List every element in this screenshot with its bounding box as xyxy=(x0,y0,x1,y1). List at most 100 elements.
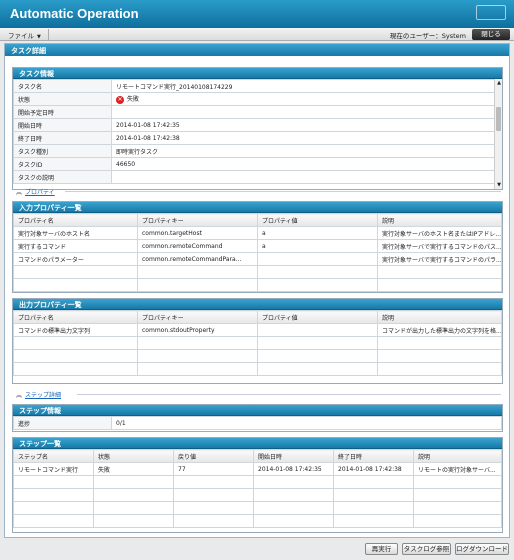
empty-row xyxy=(13,475,502,489)
step-info-title: ステップ情報 xyxy=(13,405,502,416)
step-list-panel: ステップ一覧 ステップ名 状態 戻り値 開始日時 終了日時 説明 リモートコマン… xyxy=(12,437,503,533)
empty-row xyxy=(13,265,502,279)
table-header-row: プロパティ名 プロパティキー プロパティ値 説明 xyxy=(13,310,502,324)
close-button[interactable]: 閉じる xyxy=(472,29,510,40)
error-icon: ✕ xyxy=(116,95,124,104)
table-row: 開始予定日時 xyxy=(13,105,495,119)
table-header-row: プロパティ名 プロパティキー プロパティ値 説明 xyxy=(13,213,502,227)
empty-row xyxy=(13,278,502,292)
column-header[interactable]: 説明 xyxy=(413,449,502,463)
table-header-row: ステップ名 状態 戻り値 開始日時 終了日時 説明 xyxy=(13,449,502,463)
table-row[interactable]: コマンドのパラメーター common.remoteCommandPara... 実行… xyxy=(13,252,502,266)
chevron-down-icon: ▼ xyxy=(37,34,41,40)
column-header[interactable]: 終了日時 xyxy=(333,449,414,463)
column-header[interactable]: 戻り値 xyxy=(173,449,254,463)
step-detail-link[interactable]: ステップ詳細 xyxy=(25,392,61,399)
property-toggle[interactable]: ︽ プロパティ xyxy=(16,187,55,196)
table-row: 開始日時 2014-01-08 17:42:35 xyxy=(13,118,495,132)
vendor-logo-icon xyxy=(476,5,506,20)
progress-value: 0/1 xyxy=(111,416,502,430)
divider xyxy=(77,394,501,395)
cell: 2014-01-08 17:42:38 xyxy=(333,462,414,476)
step-info-panel: ステップ情報 進捗 0/1 xyxy=(12,404,503,432)
column-header[interactable]: 説明 xyxy=(377,310,502,324)
empty-row xyxy=(13,362,502,376)
column-header[interactable]: プロパティ値 xyxy=(257,310,378,324)
table-row[interactable]: リモートコマンド実行 失敗 77 2014-01-08 17:42:35 2014-01… xyxy=(13,462,502,476)
column-header[interactable]: ステップ名 xyxy=(13,449,94,463)
cell: 2014-01-08 17:42:35 xyxy=(253,462,334,476)
task-info-title: タスク情報 xyxy=(13,68,502,79)
cell: 実行対象サーバで実行するコマンドのパス... xyxy=(377,239,502,253)
app-title: Automatic Operation xyxy=(10,6,139,21)
cell: コマンドの標準出力文字列 xyxy=(13,323,138,337)
row-key: タスクID xyxy=(13,157,112,171)
table-row: 進捗 0/1 xyxy=(13,416,502,430)
column-header[interactable]: プロパティ名 xyxy=(13,310,138,324)
empty-row xyxy=(13,514,502,528)
table-row[interactable]: 実行対象サーバのホスト名 common.targetHost a 実行対象サーバのホス… xyxy=(13,226,502,240)
table-row[interactable]: コマンドの標準出力文字列 common.stdoutProperty コマンドが出力… xyxy=(13,323,502,337)
file-menu[interactable]: ファイル ▼ xyxy=(4,29,49,40)
column-header[interactable]: 開始日時 xyxy=(253,449,334,463)
cell: コマンドのパラメーター xyxy=(13,252,138,266)
column-header[interactable]: 状態 xyxy=(93,449,174,463)
column-header[interactable]: プロパティ値 xyxy=(257,213,378,227)
column-header[interactable]: プロパティ名 xyxy=(13,213,138,227)
cell: common.remoteCommand xyxy=(137,239,258,253)
cell: 実行するコマンド xyxy=(13,239,138,253)
scroll-down-icon[interactable]: ▼ xyxy=(495,181,503,189)
input-properties-panel: 入力プロパティ一覧 プロパティ名 プロパティキー プロパティ値 説明 実行対象サ… xyxy=(12,201,503,293)
empty-row xyxy=(13,501,502,515)
property-link[interactable]: プロパティ xyxy=(25,189,55,196)
cell: 失敗 xyxy=(93,462,174,476)
row-key: 終了日時 xyxy=(13,131,112,145)
rerun-button[interactable]: 再実行 xyxy=(365,543,398,555)
vertical-scrollbar[interactable]: ▲ ▼ xyxy=(494,79,502,189)
scroll-up-icon[interactable]: ▲ xyxy=(495,79,503,87)
scheduled-value xyxy=(111,105,495,119)
cell: コマンドが出力した標準出力の文字列を格... xyxy=(377,323,502,337)
menubar: ファイル ▼ 現在のユーザー：System 閉じる xyxy=(0,28,514,41)
status-cell: ✕ 失敗 xyxy=(111,92,495,106)
column-header[interactable]: プロパティキー xyxy=(137,310,258,324)
output-properties-panel: 出力プロパティ一覧 プロパティ名 プロパティキー プロパティ値 説明 コマンドの… xyxy=(12,298,503,384)
task-name-value: リモートコマンド実行_20140108174229 xyxy=(111,79,495,93)
row-key: タスクの説明 xyxy=(13,170,112,184)
empty-row xyxy=(13,488,502,502)
column-header[interactable]: プロパティキー xyxy=(137,213,258,227)
cell: common.targetHost xyxy=(137,226,258,240)
cell: a xyxy=(257,226,378,240)
empty-row xyxy=(13,336,502,350)
task-info-panel: タスク情報 タスク名 リモートコマンド実行_20140108174229 状態 ✕ 失… xyxy=(12,67,503,190)
row-key: 開始予定日時 xyxy=(13,105,112,119)
app-titlebar: Automatic Operation xyxy=(0,0,514,28)
empty-row xyxy=(13,349,502,363)
file-menu-label: ファイル xyxy=(8,32,34,40)
status-value: 失敗 xyxy=(127,96,140,104)
column-header[interactable]: 説明 xyxy=(377,213,502,227)
start-value: 2014-01-08 17:42:35 xyxy=(111,118,495,132)
cell xyxy=(257,323,378,337)
type-value: 即時実行タスク xyxy=(111,144,495,158)
output-properties-title: 出力プロパティ一覧 xyxy=(13,299,502,310)
cell: 実行対象サーバで実行するコマンドのパラ... xyxy=(377,252,502,266)
window-title: タスク詳細 xyxy=(5,44,509,56)
table-row[interactable]: 実行するコマンド common.remoteCommand a 実行対象サーバで実行す… xyxy=(13,239,502,253)
step-detail-toggle[interactable]: ︽ ステップ詳細 xyxy=(16,390,61,399)
log-download-button[interactable]: ログダウンロード xyxy=(455,543,509,555)
task-log-button[interactable]: タスクログ参照 xyxy=(402,543,451,555)
task-detail-window: タスク詳細 タスク情報 タスク名 リモートコマンド実行_2014010817422… xyxy=(4,43,510,538)
task-id-value: 46650 xyxy=(111,157,495,171)
divider xyxy=(65,191,501,192)
description-value xyxy=(111,170,495,184)
row-key: タスク種別 xyxy=(13,144,112,158)
collapse-chevron-icon: ︽ xyxy=(16,189,23,196)
end-value: 2014-01-08 17:42:38 xyxy=(111,131,495,145)
current-user-label: 現在のユーザー：System xyxy=(389,32,466,40)
step-info-table: 進捗 0/1 xyxy=(13,416,502,430)
cell: common.stdoutProperty xyxy=(137,323,258,337)
table-row: タスク名 リモートコマンド実行_20140108174229 xyxy=(13,79,495,93)
collapse-chevron-icon: ︽ xyxy=(16,392,23,399)
scroll-thumb[interactable] xyxy=(496,107,501,131)
